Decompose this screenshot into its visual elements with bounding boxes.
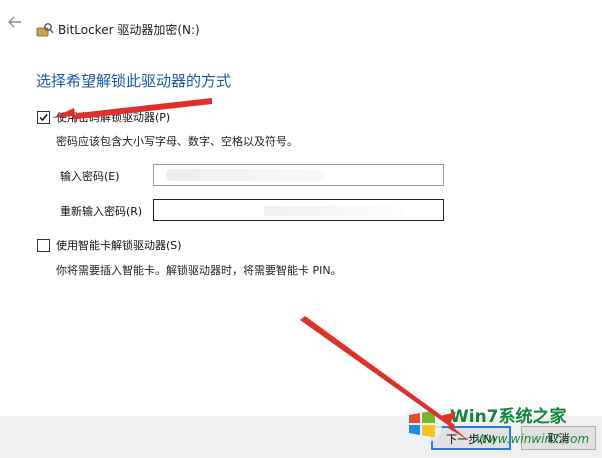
password-checkbox[interactable]	[37, 111, 50, 124]
reenter-password-input[interactable]	[153, 199, 444, 221]
checkmark-icon	[39, 114, 48, 122]
password-hint: 密码应该包含大小写字母、数字、空格以及符号。	[56, 135, 298, 148]
windows-logo-icon	[400, 402, 444, 450]
smartcard-option-label[interactable]: 使用智能卡解锁驱动器(S)	[56, 237, 182, 253]
watermark-site: Win7系统之家	[450, 407, 567, 427]
blurred-text	[166, 169, 326, 181]
enter-password-input[interactable]	[153, 164, 444, 186]
enter-password-label: 输入密码(E)	[60, 170, 120, 183]
title-bar: BitLocker 驱动器加密(N:)	[0, 0, 602, 40]
smartcard-checkbox[interactable]	[37, 239, 50, 252]
watermark-url: Www.winwin7.com	[476, 432, 590, 446]
window-title: BitLocker 驱动器加密(N:)	[58, 23, 200, 37]
blurred-text	[264, 206, 404, 216]
arrow-left-icon[interactable]	[6, 14, 24, 28]
annotation-arrows	[52, 98, 468, 440]
page-heading: 选择希望解锁此驱动器的方式	[36, 72, 232, 90]
reenter-password-label: 重新输入密码(R)	[60, 205, 143, 218]
watermark: Win7系统之家 Www.winwin7.com	[400, 396, 600, 456]
smartcard-hint: 你将需要插入智能卡。解锁驱动器时，将需要智能卡 PIN。	[56, 264, 342, 277]
password-option-label[interactable]: 使用密码解锁驱动器(P)	[56, 109, 170, 125]
bitlocker-key-icon	[36, 22, 54, 38]
